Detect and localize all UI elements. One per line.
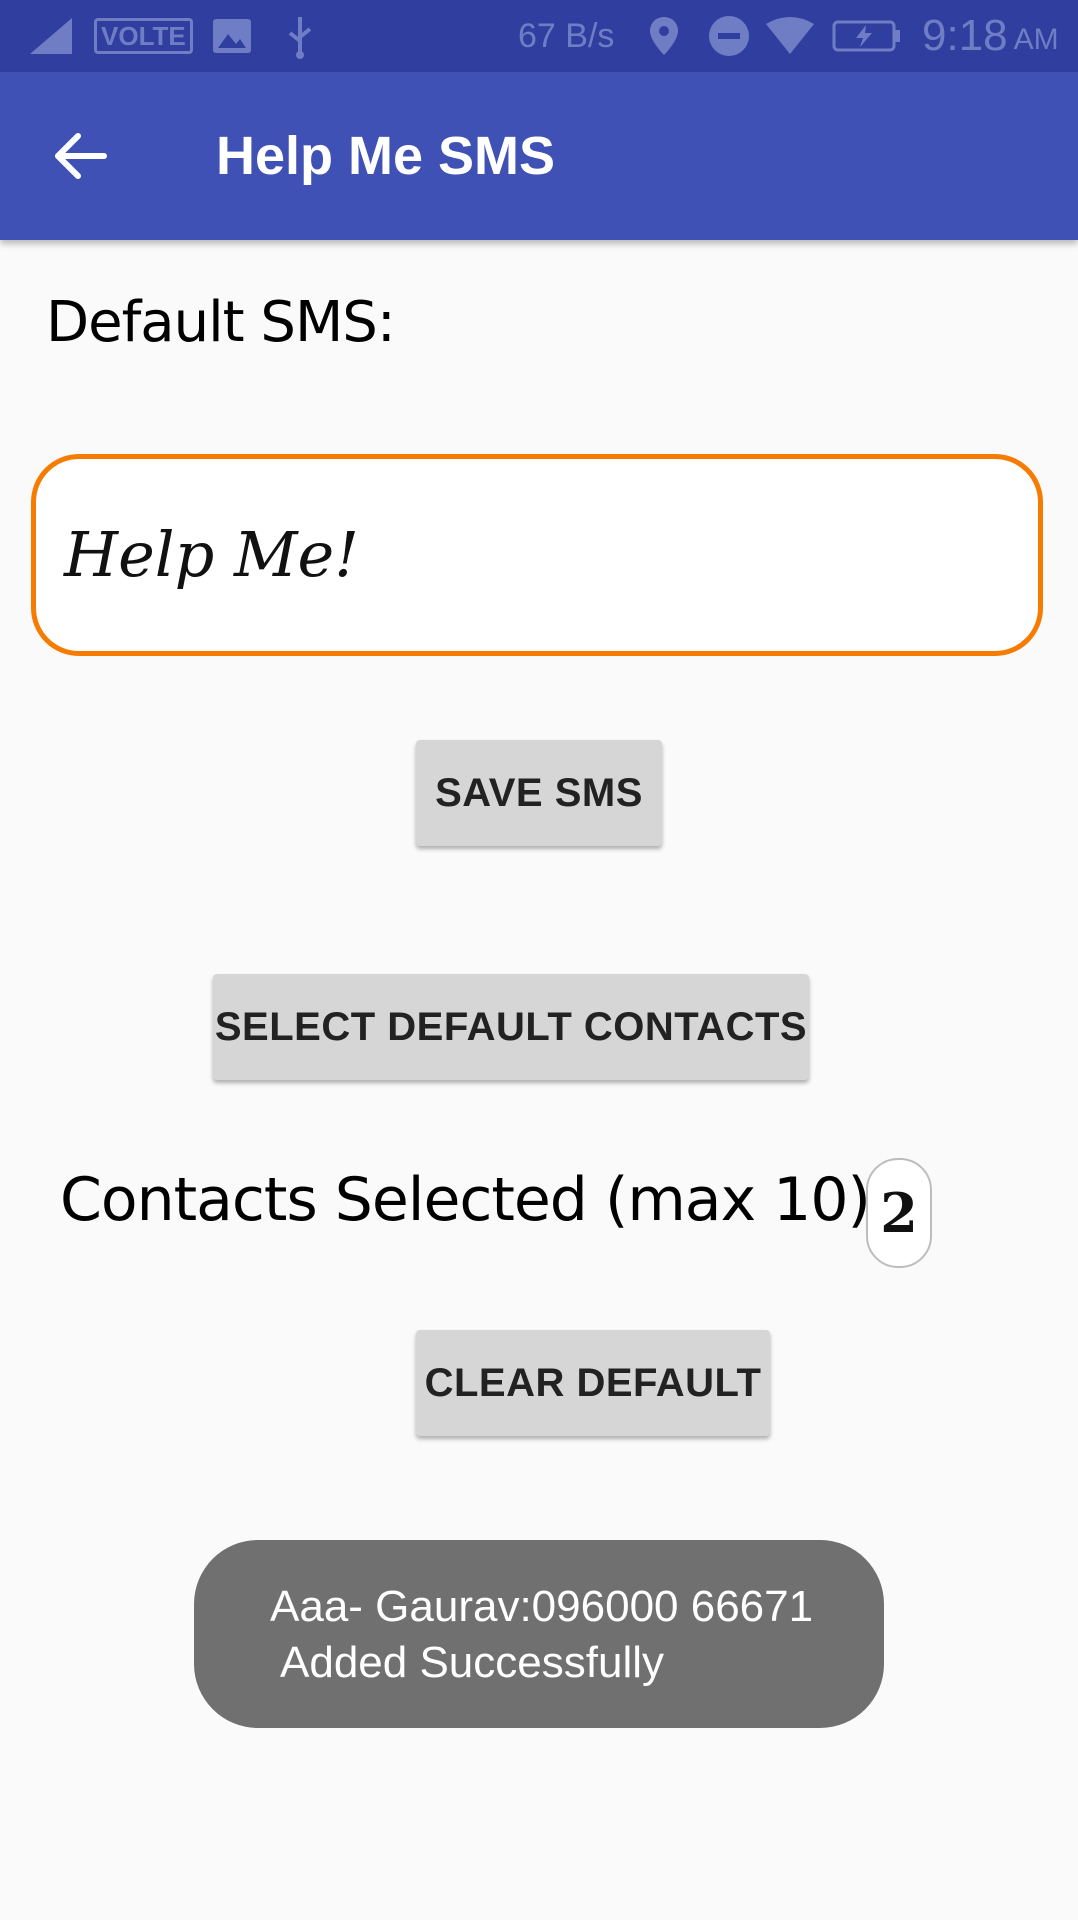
battery-charging-icon (832, 0, 902, 72)
toast-message: Aaa- Gaurav:096000 66671 Added Successfu… (194, 1540, 884, 1728)
app-bar: Help Me SMS (0, 72, 1078, 240)
signal-icon (28, 0, 78, 72)
volte-badge: VOLTE (94, 0, 193, 72)
clock-ampm: AM (1013, 23, 1059, 56)
do-not-disturb-icon (708, 0, 750, 72)
page-title: Help Me SMS (216, 126, 556, 186)
location-icon (648, 0, 680, 72)
status-bar: VOLTE 67 B/s 9:18 AM (0, 0, 1078, 72)
select-default-contacts-button[interactable]: SELECT DEFAULT CONTACTS (213, 974, 809, 1080)
image-icon (212, 0, 252, 72)
clear-default-button[interactable]: CLEAR DEFAULT (416, 1330, 770, 1436)
clock: 9:18 AM (922, 0, 1059, 72)
wifi-icon (764, 0, 816, 72)
contacts-selected-label: Contacts Selected (max 10): (60, 1165, 890, 1235)
usb-icon (282, 0, 318, 72)
contacts-count-badge: 2 (866, 1158, 932, 1268)
back-arrow-icon[interactable] (48, 124, 112, 188)
sms-input[interactable]: Help Me! (31, 454, 1043, 656)
default-sms-label: Default SMS: (46, 290, 396, 355)
volte-label: VOLTE (94, 18, 193, 54)
save-sms-button[interactable]: SAVE SMS (416, 740, 662, 846)
network-speed: 67 B/s (518, 16, 615, 55)
toast-line-1: Aaa- Gaurav:096000 66671 (270, 1582, 814, 1631)
toast-line-2: Added Successfully (280, 1638, 664, 1687)
clock-time: 9:18 (922, 11, 1008, 60)
sms-input-value: Help Me! (64, 518, 360, 591)
